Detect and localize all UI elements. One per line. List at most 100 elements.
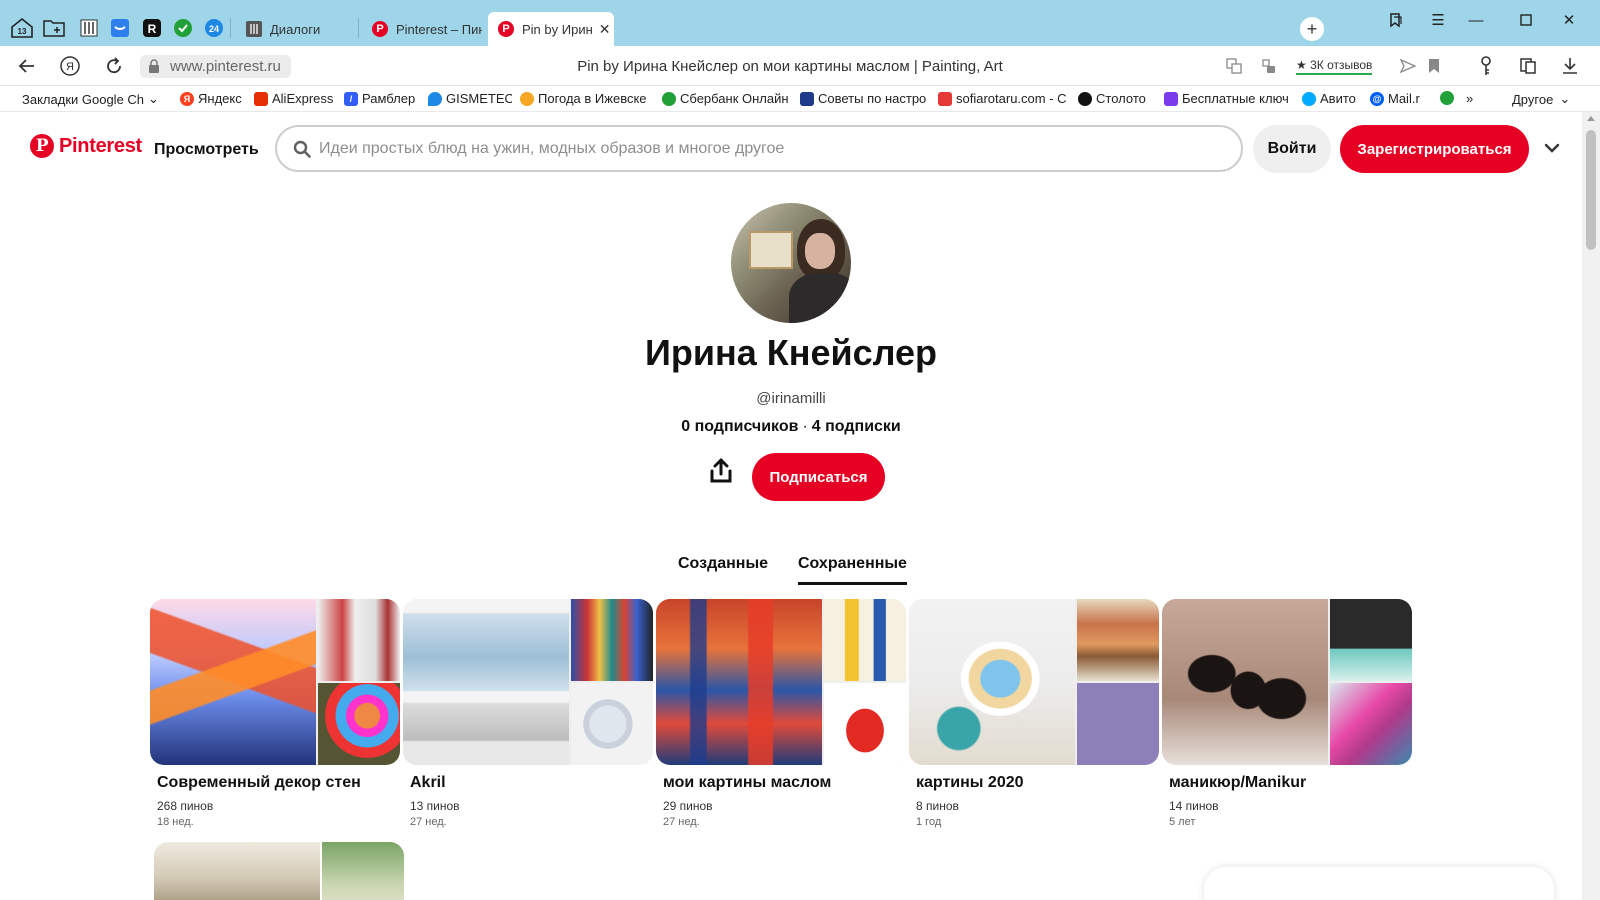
maximize-icon[interactable] bbox=[1514, 8, 1538, 32]
search-bar[interactable] bbox=[275, 125, 1243, 172]
download-icon[interactable] bbox=[1558, 54, 1582, 78]
board-age: 5 лет bbox=[1169, 816, 1196, 828]
bookmark-gismeteo[interactable]: GISMETEO bbox=[428, 91, 512, 106]
back-arrow-icon[interactable] bbox=[15, 54, 39, 78]
rambler-favicon-icon: / bbox=[344, 91, 358, 106]
tab-created[interactable]: Созданные bbox=[678, 555, 768, 573]
board-cover-image bbox=[571, 683, 653, 765]
bookmark-mail[interactable]: @ Mail.r bbox=[1370, 91, 1420, 106]
check-app-icon[interactable] bbox=[171, 16, 195, 40]
bookmark-label: sofiarotaru.com - С bbox=[956, 91, 1067, 106]
sberbank-extra-icon[interactable] bbox=[1440, 91, 1458, 105]
extensions-icon[interactable] bbox=[1516, 54, 1540, 78]
bookmark-label: Бесплатные ключ bbox=[1182, 91, 1288, 106]
share-icon[interactable] bbox=[706, 456, 736, 486]
chevron-down-icon[interactable] bbox=[1542, 138, 1562, 158]
svg-text:24: 24 bbox=[209, 24, 219, 34]
page-scrollbar[interactable] bbox=[1582, 112, 1600, 900]
board-age: 27 нед. bbox=[410, 816, 447, 828]
grid-app-icon[interactable] bbox=[77, 16, 101, 40]
board-card[interactable]: мои картины маслом 29 пинов 27 нед. bbox=[656, 599, 906, 828]
bookmark-sofiarotaru[interactable]: sofiarotaru.com - С bbox=[938, 91, 1070, 106]
board-cover[interactable] bbox=[909, 599, 1159, 765]
bookmark-avito[interactable]: Авито bbox=[1302, 91, 1362, 106]
close-tab-icon[interactable]: ✕ bbox=[599, 21, 611, 38]
tab-counter-icon[interactable]: 13 bbox=[10, 16, 34, 40]
menu-icon[interactable]: ☰ bbox=[1426, 8, 1450, 32]
page-title: Pin by Ирина Кнейслер on мои картины мас… bbox=[577, 58, 1003, 75]
search-input[interactable] bbox=[319, 139, 1219, 158]
board-age: 18 нед. bbox=[157, 816, 194, 828]
bookmark-icon[interactable] bbox=[1422, 54, 1446, 78]
browse-link[interactable]: Просмотреть bbox=[154, 141, 259, 159]
board-card[interactable]: Akril 13 пинов 27 нед. bbox=[403, 599, 653, 828]
bookmark-tips[interactable]: Советы по настро bbox=[800, 91, 928, 106]
new-folder-icon[interactable] bbox=[42, 16, 66, 40]
tab-saved[interactable]: Сохраненные bbox=[798, 555, 907, 585]
yandex-icon[interactable]: Я bbox=[58, 54, 82, 78]
check-favicon-icon bbox=[1440, 91, 1454, 105]
tab-dialogs[interactable]: Диалоги bbox=[236, 12, 356, 46]
board-title: мои картины маслом bbox=[663, 774, 832, 791]
bookmark-label: Сбербанк Онлайн bbox=[680, 91, 789, 106]
board-cover-image bbox=[824, 683, 906, 765]
key-icon[interactable] bbox=[1474, 54, 1498, 78]
profile-stats: 0 подписчиков · 4 подписки bbox=[681, 418, 901, 435]
close-window-icon[interactable]: ✕ bbox=[1557, 8, 1581, 32]
scroll-up-icon[interactable] bbox=[1587, 116, 1595, 121]
new-tab-button[interactable]: + bbox=[1300, 17, 1324, 41]
url-field[interactable]: www.pinterest.ru bbox=[140, 55, 291, 78]
messenger-icon[interactable] bbox=[108, 16, 132, 40]
board-card[interactable]: картины 2020 8 пинов 1 год bbox=[909, 599, 1159, 828]
bookmark-rambler[interactable]: / Рамблер bbox=[344, 91, 420, 106]
bookmark-aliexpress[interactable]: AliExpress bbox=[254, 91, 334, 106]
bookmark-label: Рамблер bbox=[362, 91, 416, 106]
bookmark-stoloto[interactable]: Столото bbox=[1078, 91, 1156, 106]
followers-count[interactable]: 0 подписчиков bbox=[681, 418, 798, 435]
board-cover-image bbox=[318, 683, 400, 765]
board-card-partial[interactable] bbox=[154, 842, 404, 900]
tab-pin-active[interactable]: P Pin by Ирин ✕ bbox=[488, 12, 614, 46]
translate-icon[interactable] bbox=[1222, 54, 1246, 78]
pinterest-favicon-icon: P bbox=[498, 21, 514, 37]
app-24-icon[interactable]: 24 bbox=[202, 16, 226, 40]
login-button[interactable]: Войти bbox=[1253, 125, 1331, 173]
reviews-badge[interactable]: ★ 3К отзывов bbox=[1296, 58, 1373, 75]
scrollbar-thumb[interactable] bbox=[1586, 130, 1596, 250]
bookmark-weather[interactable]: Погода в Ижевске bbox=[520, 91, 648, 106]
board-card[interactable]: Современный декор стен 268 пинов 18 нед. bbox=[150, 599, 400, 828]
profile-handle: @irinamilli bbox=[756, 390, 826, 407]
bookmark-yandex[interactable]: Я Яндекс bbox=[180, 91, 244, 106]
signup-button[interactable]: Зарегистрироваться bbox=[1340, 125, 1529, 173]
pinterest-page: P Pinterest Просмотреть Войти Зарегистри… bbox=[0, 112, 1582, 900]
bookmarks-more[interactable]: » bbox=[1466, 91, 1473, 106]
pinterest-logo[interactable]: P Pinterest bbox=[30, 134, 142, 158]
board-cover[interactable] bbox=[403, 599, 653, 765]
yandex-favicon-icon: Я bbox=[180, 91, 194, 106]
tab-pinterest[interactable]: P Pinterest – Пин bbox=[362, 12, 482, 46]
following-count[interactable]: 4 подписки bbox=[812, 418, 901, 435]
tab-bar: 13 R 24 Диалоги P Pinterest – Пин P Pin … bbox=[0, 0, 1600, 46]
board-cover[interactable] bbox=[150, 599, 400, 765]
bookmark-label: Закладки Google Ch bbox=[22, 91, 145, 107]
reload-icon[interactable] bbox=[102, 54, 126, 78]
bookmark-free-keys[interactable]: Бесплатные ключ bbox=[1164, 91, 1288, 106]
bookmarks-other[interactable]: Другое ⌄ bbox=[1512, 91, 1570, 107]
bookmark-google-chrome[interactable]: Закладки Google Ch ⌄ bbox=[22, 91, 162, 107]
sofiarotaru-favicon-icon bbox=[938, 91, 952, 106]
board-cover-image bbox=[571, 599, 653, 681]
board-cover[interactable] bbox=[1162, 599, 1412, 765]
bookmark-sberbank[interactable]: Сбербанк Онлайн bbox=[662, 91, 790, 106]
send-icon[interactable] bbox=[1396, 54, 1420, 78]
board-card[interactable]: маникюр/Manikur 14 пинов 5 лет bbox=[1162, 599, 1412, 828]
protect-icon[interactable] bbox=[1256, 54, 1280, 78]
r-app-icon[interactable]: R bbox=[140, 16, 164, 40]
follow-button[interactable]: Подписаться bbox=[752, 453, 885, 501]
collections-icon[interactable] bbox=[1384, 8, 1408, 32]
board-cover-image bbox=[1162, 599, 1328, 765]
board-age: 1 год bbox=[916, 816, 942, 828]
board-cover[interactable] bbox=[656, 599, 906, 765]
minimize-icon[interactable]: — bbox=[1464, 8, 1488, 32]
bookmark-label: Mail.r bbox=[1388, 91, 1420, 106]
sun-icon bbox=[520, 91, 534, 106]
